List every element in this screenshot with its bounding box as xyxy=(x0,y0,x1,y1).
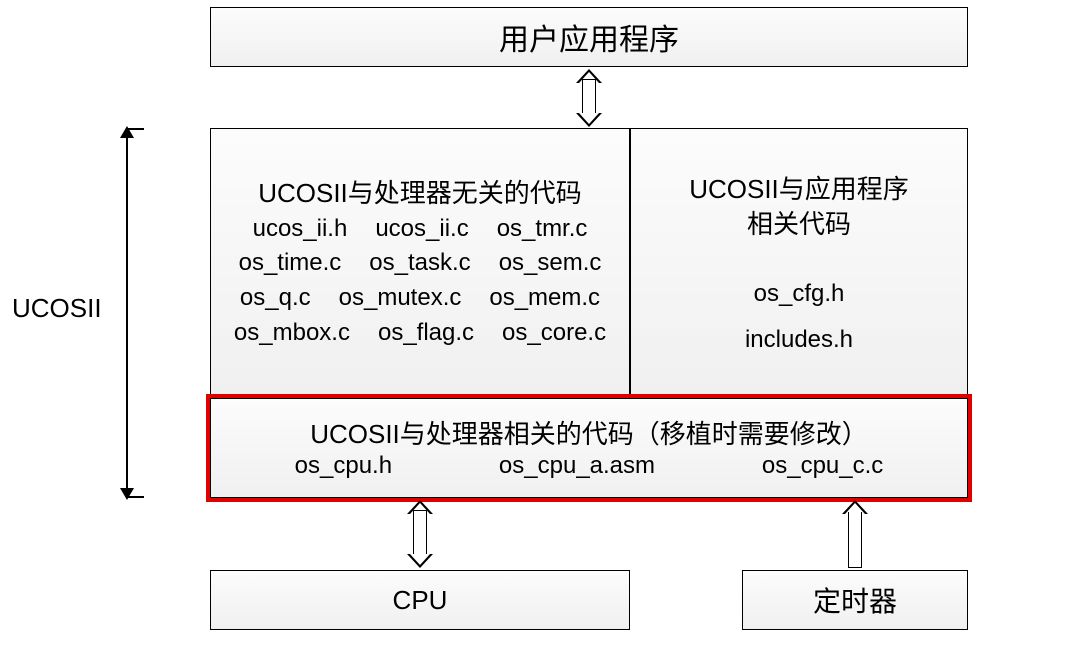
file-item: ucos_ii.c xyxy=(375,212,468,247)
app-related-box: UCOSII与应用程序 相关代码 os_cfg.h includes.h xyxy=(630,128,968,398)
file-item: os_mutex.c xyxy=(339,281,462,316)
file-item: os_sem.c xyxy=(499,246,602,281)
user-app-title: 用户应用程序 xyxy=(499,15,679,59)
cpu-box: CPU xyxy=(210,570,630,630)
cpu-label: CPU xyxy=(393,585,448,616)
proc-dependent-box: UCOSII与处理器相关的代码（移植时需要修改） os_cpu.h os_cpu… xyxy=(210,398,968,498)
file-item: os_mem.c xyxy=(489,281,600,316)
proc-independent-box: UCOSII与处理器无关的代码 ucos_ii.h ucos_ii.c os_t… xyxy=(210,128,630,398)
file-item: ucos_ii.h xyxy=(253,212,348,247)
file-item: os_cpu_a.asm xyxy=(499,452,655,480)
file-item: os_cpu_c.c xyxy=(762,452,883,480)
proc-dependent-title: UCOSII与处理器相关的代码（移植时需要修改） xyxy=(310,416,868,452)
file-item: os_core.c xyxy=(502,316,606,351)
arrow-kernel-to-cpu xyxy=(407,500,433,568)
app-related-title-2: 相关代码 xyxy=(747,207,851,242)
file-item: os_task.c xyxy=(369,246,470,281)
arrow-userapp-to-kernel xyxy=(576,69,602,127)
user-app-box: 用户应用程序 xyxy=(210,7,968,67)
file-item: os_flag.c xyxy=(378,316,474,351)
file-item: os_tmr.c xyxy=(497,212,588,247)
proc-independent-title: UCOSII与处理器无关的代码 xyxy=(258,175,582,211)
arrow-timer-to-kernel xyxy=(842,500,868,568)
file-item: includes.h xyxy=(745,326,853,354)
file-item: os_cfg.h xyxy=(754,280,845,308)
proc-independent-files: ucos_ii.h ucos_ii.c os_tmr.c os_time.c o… xyxy=(232,212,608,351)
file-item: os_q.c xyxy=(240,281,311,316)
file-item: os_cpu.h xyxy=(295,452,392,480)
timer-box: 定时器 xyxy=(742,570,968,630)
ucosii-bracket xyxy=(110,128,144,498)
ucosii-label: UCOSII xyxy=(12,293,102,324)
file-item: os_time.c xyxy=(239,246,342,281)
file-item: os_mbox.c xyxy=(234,316,350,351)
app-related-title-1: UCOSII与应用程序 xyxy=(689,172,909,207)
timer-label: 定时器 xyxy=(813,580,897,620)
proc-dependent-files: os_cpu.h os_cpu_a.asm os_cpu_c.c xyxy=(241,452,937,480)
